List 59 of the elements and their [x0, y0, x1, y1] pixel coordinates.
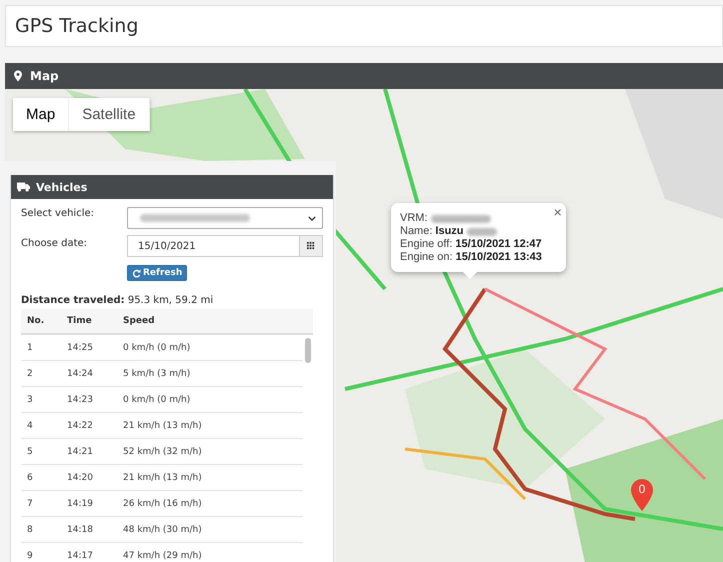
table-cell-text: 6 — [26, 472, 34, 482]
vehicle-select[interactable] — [127, 207, 323, 229]
popup-label: Engine on: — [400, 251, 453, 264]
column-header: Speed — [123, 316, 155, 326]
popup-label: Engine off: — [400, 238, 452, 251]
table-cell-text: 14:22 — [67, 420, 94, 430]
field-label: Choose date: — [21, 237, 88, 249]
refresh-button[interactable]: Refresh — [127, 265, 188, 281]
date-field[interactable]: 15/10/2021 — [127, 235, 299, 257]
close-button[interactable]: × — [554, 204, 562, 220]
grid-icon — [307, 242, 315, 250]
table-cell-text: 14:20 — [67, 472, 94, 482]
map-marker[interactable]: 0 — [631, 479, 653, 511]
table-cell-text: 8 — [26, 524, 34, 534]
popup-value: Isuzu — [435, 225, 464, 238]
table-cell-text: 14:24 — [67, 368, 94, 378]
table-cell: 5 km/h (3 m/h) — [123, 368, 190, 378]
table-cell: 47 km/h (29 m/h) — [123, 550, 202, 560]
table-cell-text: 14:25 — [67, 342, 94, 352]
table-cell-text: 14:17 — [67, 550, 94, 560]
table-cell-text: 4 — [26, 420, 34, 430]
table-cell-text: 14:19 — [67, 498, 94, 508]
map-type-tab[interactable]: Map — [13, 98, 70, 131]
table-cell: 48 km/h (30 m/h) — [123, 524, 202, 534]
table-cell: 0 km/h (0 m/h) — [123, 342, 190, 352]
table-cell: 21 km/h (13 m/h) — [123, 472, 202, 482]
table-cell: 26 km/h (16 m/h) — [123, 498, 202, 508]
table-cell-text: 5 — [26, 446, 34, 456]
panel-title: Map — [30, 69, 59, 83]
popup-value: 15/10/2021 13:43 — [456, 251, 542, 264]
panel-title: Vehicles — [36, 180, 88, 194]
table-cell-text: 14:23 — [67, 394, 94, 404]
table-cell-text: 3 — [26, 394, 34, 404]
caret-icon — [308, 216, 316, 220]
column-header: No. — [26, 316, 46, 326]
refresh-icon — [132, 268, 141, 278]
table-cell: 0 km/h (0 m/h) — [123, 394, 190, 404]
page-title: GPS Tracking — [15, 15, 138, 37]
column-header: Time — [67, 316, 93, 326]
table-cell-text: 7 — [26, 498, 34, 508]
map-type-tab[interactable]: Satellite — [69, 98, 150, 131]
field-label: Select vehicle: — [21, 207, 96, 219]
blurred-text — [466, 228, 497, 236]
table-cell: 21 km/h (13 m/h) — [123, 420, 202, 430]
popup-label: Name: — [400, 225, 432, 238]
table-cell-text: 2 — [26, 368, 34, 378]
popup-value: 15/10/2021 12:47 — [455, 238, 542, 251]
distance-text: Distance traveled: 95.3 km, 59.2 mi — [21, 295, 214, 306]
table-cell-text: 14:21 — [67, 446, 94, 456]
blurred-text — [430, 214, 490, 222]
calendar-button[interactable] — [299, 235, 323, 257]
popup-label: VRM: — [400, 212, 428, 225]
table-cell-text: 14:18 — [67, 524, 94, 534]
table-cell-text: 1 — [26, 342, 34, 352]
table-cell: 52 km/h (32 m/h) — [123, 446, 202, 456]
truck-icon — [17, 182, 30, 192]
map-pin-icon — [14, 70, 22, 82]
scrollbar-thumb[interactable] — [305, 338, 311, 363]
table-cell-text: 9 — [26, 550, 34, 560]
